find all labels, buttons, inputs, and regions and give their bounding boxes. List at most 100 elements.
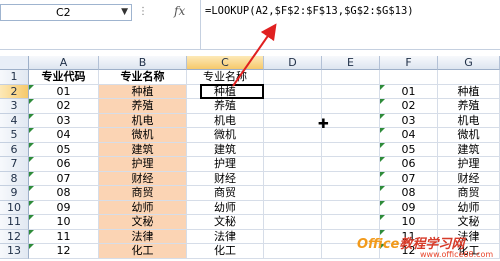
cell-e6[interactable] — [322, 142, 380, 157]
cell-b13[interactable]: 化工 — [99, 244, 187, 259]
cell-b5[interactable]: 微机 — [99, 128, 187, 143]
formula-input[interactable]: =LOOKUP(A2,$F$2:$F$13,$G$2:$G$13) — [200, 0, 500, 50]
cell-g8[interactable]: 财经 — [438, 171, 500, 186]
column-header-g[interactable]: G — [438, 56, 500, 70]
cell-b12[interactable]: 法律 — [99, 229, 187, 244]
cell-c10[interactable]: 幼师 — [187, 200, 264, 215]
cell-f9[interactable]: 08 — [380, 186, 438, 201]
chevron-down-icon[interactable]: ▼ — [121, 5, 128, 20]
insert-function-icon[interactable]: fx — [174, 4, 185, 18]
name-box[interactable]: C2 ▼ — [0, 4, 132, 21]
cell-a12[interactable]: 11 — [29, 229, 99, 244]
cell-d1[interactable] — [264, 70, 322, 85]
cell-g7[interactable]: 护理 — [438, 157, 500, 172]
cell-b8[interactable]: 财经 — [99, 171, 187, 186]
cell-c3[interactable]: 养殖 — [187, 99, 264, 114]
cell-b4[interactable]: 机电 — [99, 113, 187, 128]
cell-c11[interactable]: 文秘 — [187, 215, 264, 230]
cell-c6[interactable]: 建筑 — [187, 142, 264, 157]
row-header-13[interactable]: 13 — [0, 244, 29, 259]
cell-f8[interactable]: 07 — [380, 171, 438, 186]
column-header-b[interactable]: B — [99, 56, 187, 70]
cell-g5[interactable]: 微机 — [438, 128, 500, 143]
cell-d12[interactable] — [264, 229, 322, 244]
column-header-f[interactable]: F — [380, 56, 438, 70]
cell-b10[interactable]: 幼师 — [99, 200, 187, 215]
cell-a5[interactable]: 04 — [29, 128, 99, 143]
row-header-1[interactable]: 1 — [0, 70, 29, 85]
cell-e4[interactable] — [322, 113, 380, 128]
cell-g11[interactable]: 文秘 — [438, 215, 500, 230]
cell-a3[interactable]: 02 — [29, 99, 99, 114]
cell-c7[interactable]: 护理 — [187, 157, 264, 172]
cell-a4[interactable]: 03 — [29, 113, 99, 128]
cell-e2[interactable] — [322, 84, 380, 99]
cell-f6[interactable]: 05 — [380, 142, 438, 157]
cell-g2[interactable]: 种植 — [438, 84, 500, 99]
cell-a2[interactable]: 01 — [29, 84, 99, 99]
cell-a11[interactable]: 10 — [29, 215, 99, 230]
cell-d2[interactable] — [264, 84, 322, 99]
cell-b9[interactable]: 商贸 — [99, 186, 187, 201]
cell-f11[interactable]: 10 — [380, 215, 438, 230]
cell-e8[interactable] — [322, 171, 380, 186]
row-header-5[interactable]: 5 — [0, 128, 29, 143]
cell-g3[interactable]: 养殖 — [438, 99, 500, 114]
row-header-3[interactable]: 3 — [0, 99, 29, 114]
cell-d10[interactable] — [264, 200, 322, 215]
cell-b7[interactable]: 护理 — [99, 157, 187, 172]
row-header-2[interactable]: 2 — [0, 84, 29, 99]
cell-e5[interactable] — [322, 128, 380, 143]
cell-g6[interactable]: 建筑 — [438, 142, 500, 157]
cell-d7[interactable] — [264, 157, 322, 172]
cell-a8[interactable]: 07 — [29, 171, 99, 186]
cell-g4[interactable]: 机电 — [438, 113, 500, 128]
row-header-8[interactable]: 8 — [0, 171, 29, 186]
cell-d9[interactable] — [264, 186, 322, 201]
row-header-10[interactable]: 10 — [0, 200, 29, 215]
cell-f3[interactable]: 02 — [380, 99, 438, 114]
cell-a6[interactable]: 05 — [29, 142, 99, 157]
cell-a10[interactable]: 09 — [29, 200, 99, 215]
cell-a7[interactable]: 06 — [29, 157, 99, 172]
cell-d4[interactable] — [264, 113, 322, 128]
cell-d6[interactable] — [264, 142, 322, 157]
cell-g9[interactable]: 商贸 — [438, 186, 500, 201]
cell-b2[interactable]: 种植 — [99, 84, 187, 99]
row-header-6[interactable]: 6 — [0, 142, 29, 157]
cell-c12[interactable]: 法律 — [187, 229, 264, 244]
row-header-12[interactable]: 12 — [0, 229, 29, 244]
cell-f7[interactable]: 06 — [380, 157, 438, 172]
cell-c9[interactable]: 商贸 — [187, 186, 264, 201]
row-header-9[interactable]: 9 — [0, 186, 29, 201]
cell-g10[interactable]: 幼师 — [438, 200, 500, 215]
column-header-e[interactable]: E — [322, 56, 380, 70]
cell-f5[interactable]: 04 — [380, 128, 438, 143]
column-header-a[interactable]: A — [29, 56, 99, 70]
cell-f10[interactable]: 09 — [380, 200, 438, 215]
cell-e7[interactable] — [322, 157, 380, 172]
cell-f4[interactable]: 03 — [380, 113, 438, 128]
column-header-c[interactable]: C — [187, 56, 264, 70]
cell-d13[interactable] — [264, 244, 322, 259]
cell-b11[interactable]: 文秘 — [99, 215, 187, 230]
cell-a13[interactable]: 12 — [29, 244, 99, 259]
cell-a9[interactable]: 08 — [29, 186, 99, 201]
cell-d11[interactable] — [264, 215, 322, 230]
header-cell-a1[interactable]: 专业代码 — [29, 70, 99, 85]
cell-e10[interactable] — [322, 200, 380, 215]
cell-b3[interactable]: 养殖 — [99, 99, 187, 114]
cell-f1[interactable] — [380, 70, 438, 85]
cell-c13[interactable]: 化工 — [187, 244, 264, 259]
cell-e9[interactable] — [322, 186, 380, 201]
cell-c4[interactable]: 机电 — [187, 113, 264, 128]
select-all-corner[interactable] — [0, 56, 29, 70]
cell-b6[interactable]: 建筑 — [99, 142, 187, 157]
cell-g1[interactable] — [438, 70, 500, 85]
cell-e1[interactable] — [322, 70, 380, 85]
cell-f2[interactable]: 01 — [380, 84, 438, 99]
cell-d8[interactable] — [264, 171, 322, 186]
cell-d5[interactable] — [264, 128, 322, 143]
cell-c5[interactable]: 微机 — [187, 128, 264, 143]
cell-e3[interactable] — [322, 99, 380, 114]
